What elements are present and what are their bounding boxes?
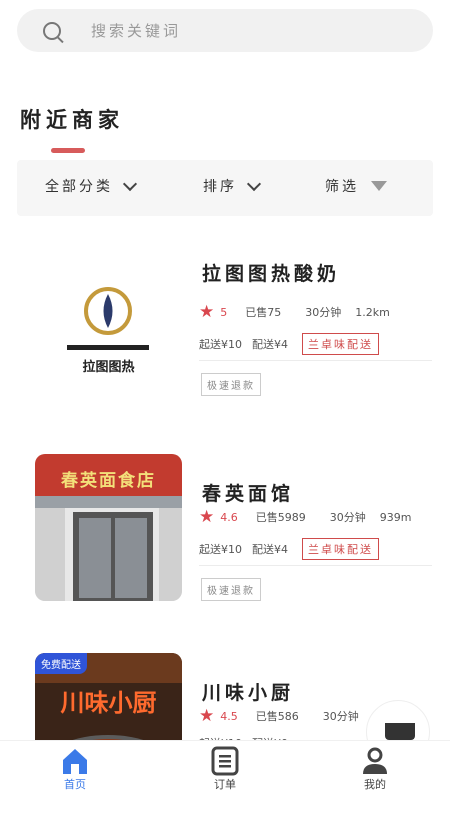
storefront-sign-text: 春英面食店: [61, 471, 156, 491]
food-sign-text: 川味小厨: [60, 689, 157, 717]
refund-tag: 极速退款: [201, 373, 261, 396]
user-icon: [363, 747, 387, 774]
funnel-icon: [371, 181, 387, 191]
shop-stats-row: ★ 5 已售75 30分钟 1.2km: [199, 302, 390, 322]
filter-screen-label: 筛选: [325, 179, 359, 195]
shop-sold: 已售5989: [255, 511, 306, 524]
shop-name: 川味小厨: [202, 682, 295, 704]
search-input[interactable]: [89, 17, 393, 45]
cart-icon: [385, 723, 415, 740]
filter-all-label: 全部分类: [45, 179, 113, 195]
star-icon: ★: [199, 302, 215, 322]
shop-card[interactable]: 春英面食店 春英面馆 ★ 4.6 已售5989 30分钟 939m 起送¥10 …: [0, 454, 450, 634]
filter-sort-label: 排序: [203, 179, 237, 195]
nav-profile[interactable]: 我的: [335, 746, 415, 792]
refund-tag: 极速退款: [201, 578, 261, 601]
shop-distance: 1.2km: [355, 305, 390, 319]
delivery-tag: 兰卓味配送: [302, 333, 379, 355]
shop-min-order: 起送¥10: [199, 543, 242, 556]
shop-sold: 已售75: [245, 306, 282, 319]
nav-home-label: 首页: [64, 778, 86, 791]
shop-thumbnail: 拉图图热: [35, 234, 182, 381]
shop-fee-row: 起送¥10 配送¥4 兰卓味配送: [199, 333, 379, 355]
chevron-down-icon: [246, 176, 262, 191]
order-list-icon: [211, 746, 239, 776]
shop-fee-row: 起送¥10 配送¥4 兰卓味配送: [199, 538, 379, 560]
search-icon: [43, 22, 61, 40]
shop-rating: 5: [220, 305, 228, 319]
search-bar[interactable]: [17, 9, 433, 52]
shop-delivery-time: 30分钟: [329, 511, 366, 524]
shop-sold: 已售586: [255, 710, 299, 723]
nav-orders-label: 订单: [214, 778, 236, 791]
shop-rating: 4.6: [220, 510, 238, 524]
shop-card[interactable]: 拉图图热 拉图图热酸奶 ★ 5 已售75 30分钟 1.2km 起送¥10 配送…: [0, 234, 450, 414]
nav-home[interactable]: 首页: [35, 746, 115, 792]
nav-profile-label: 我的: [364, 778, 386, 791]
bottom-nav: 首页 订单 我的: [0, 740, 450, 801]
section-title: 附近商家: [20, 107, 124, 132]
filter-bar: 全部分类 排序 筛选: [17, 160, 433, 216]
filter-screen[interactable]: 筛选: [325, 176, 387, 196]
shop-distance: 939m: [379, 510, 412, 524]
divider: [199, 565, 432, 566]
star-icon: ★: [199, 507, 215, 527]
delivery-tag: 兰卓味配送: [302, 538, 379, 560]
chevron-down-icon: [122, 176, 138, 191]
shop-thumbnail: 春英面食店: [35, 454, 182, 601]
shop-rating: 4.5: [220, 709, 238, 723]
shop-logo-text: 拉图图热: [82, 360, 135, 375]
title-underline: [51, 148, 85, 153]
free-delivery-badge: 免费配送: [35, 653, 87, 674]
filter-sort[interactable]: 排序: [203, 176, 262, 196]
shop-name: 春英面馆: [202, 483, 295, 505]
shop-min-order: 起送¥10: [199, 338, 242, 351]
home-icon: [63, 749, 87, 774]
shop-delivery-fee: 配送¥4: [252, 543, 288, 556]
shop-stats-row: ★ 4.6 已售5989 30分钟 939m: [199, 507, 411, 527]
shop-delivery-fee: 配送¥4: [252, 338, 288, 351]
divider: [199, 360, 432, 361]
shop-stats-row: ★ 4.5 已售586 30分钟: [199, 706, 359, 726]
nav-orders[interactable]: 订单: [185, 746, 265, 792]
filter-all-categories[interactable]: 全部分类: [45, 176, 138, 196]
star-icon: ★: [199, 706, 215, 726]
shop-delivery-time: 30分钟: [305, 306, 342, 319]
shop-name: 拉图图热酸奶: [202, 263, 341, 285]
shop-delivery-time: 30分钟: [322, 710, 359, 723]
